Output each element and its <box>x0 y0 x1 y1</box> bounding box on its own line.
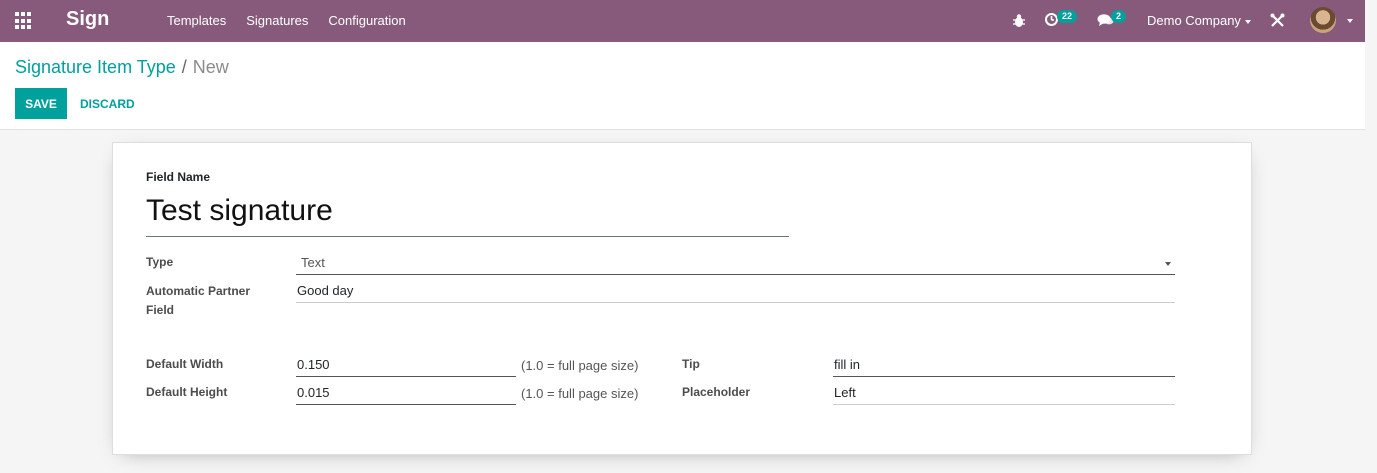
messages-count-badge: 2 <box>1111 10 1127 23</box>
type-select[interactable]: Text <box>296 253 1175 275</box>
breadcrumb-current: New <box>192 57 229 77</box>
apps-icon[interactable] <box>15 12 33 30</box>
placeholder-label: Placeholder <box>682 385 751 399</box>
menu-configuration[interactable]: Configuration <box>328 13 405 28</box>
discard-button[interactable]: DISCARD <box>80 97 135 111</box>
activity-count-badge: 22 <box>1057 10 1078 23</box>
default-width-hint: (1.0 = full page size) <box>521 358 639 373</box>
type-value: Text <box>301 255 325 270</box>
main-menu: Templates Signatures Configuration <box>167 13 406 28</box>
breadcrumb: Signature Item Type / New <box>15 57 229 78</box>
partner-field-label-line1: Automatic Partner <box>146 284 251 298</box>
company-name: Demo Company <box>1147 13 1241 28</box>
tools-icon[interactable] <box>1270 13 1285 28</box>
user-avatar[interactable] <box>1310 7 1336 33</box>
chevron-down-icon <box>1244 19 1251 24</box>
partner-field-label-line2: Field <box>146 303 175 317</box>
partner-field-label: Automatic Partner Field <box>146 282 250 320</box>
default-width-label: Default Width <box>146 357 224 371</box>
chevron-down-icon <box>1165 262 1171 266</box>
top-navbar: Sign Templates Signatures Configuration … <box>0 0 1365 42</box>
type-label: Type <box>146 255 174 269</box>
tip-label: Tip <box>682 357 700 371</box>
breadcrumb-separator: / <box>181 57 187 77</box>
default-height-label: Default Height <box>146 385 228 399</box>
placeholder-input[interactable]: Left <box>833 383 1175 405</box>
menu-templates[interactable]: Templates <box>167 13 226 28</box>
breadcrumb-parent[interactable]: Signature Item Type <box>15 57 176 77</box>
field-name-label: Field Name <box>146 170 211 184</box>
default-height-input[interactable]: 0.015 <box>296 383 516 405</box>
default-height-hint: (1.0 = full page size) <box>521 386 639 401</box>
control-panel: Signature Item Type / New SAVE DISCARD <box>0 42 1365 130</box>
default-width-input[interactable]: 0.150 <box>296 355 516 377</box>
partner-field-input[interactable]: Good day <box>296 281 1175 303</box>
chevron-down-icon[interactable] <box>1347 19 1353 23</box>
field-name-input[interactable]: Test signature <box>146 191 789 237</box>
tip-input[interactable]: fill in <box>833 355 1175 377</box>
form-sheet: Field Name Test signature Type Text Auto… <box>112 142 1252 455</box>
company-switcher[interactable]: Demo Company <box>1147 13 1251 28</box>
menu-signatures[interactable]: Signatures <box>246 13 308 28</box>
app-name[interactable]: Sign <box>66 8 109 31</box>
save-button[interactable]: SAVE <box>15 88 67 119</box>
bug-icon[interactable] <box>1012 13 1026 28</box>
